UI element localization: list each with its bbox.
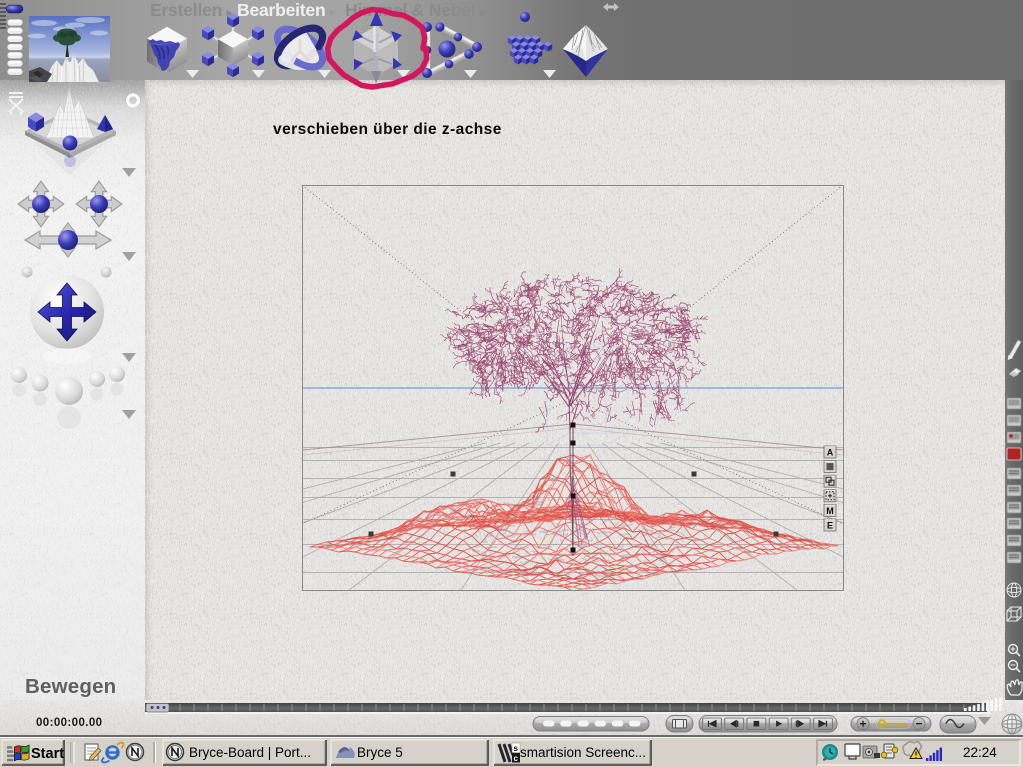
svg-text:Bryce-Board | Port...: Bryce-Board | Port...: [189, 745, 311, 760]
svg-text:s: s: [514, 744, 519, 753]
svg-text:Start: Start: [31, 746, 64, 762]
svg-text:c: c: [514, 754, 519, 763]
svg-text:smartision Screenc...: smartision Screenc...: [520, 745, 646, 760]
svg-text:Bryce 5: Bryce 5: [357, 745, 403, 760]
svg-text:22:24: 22:24: [963, 745, 997, 760]
